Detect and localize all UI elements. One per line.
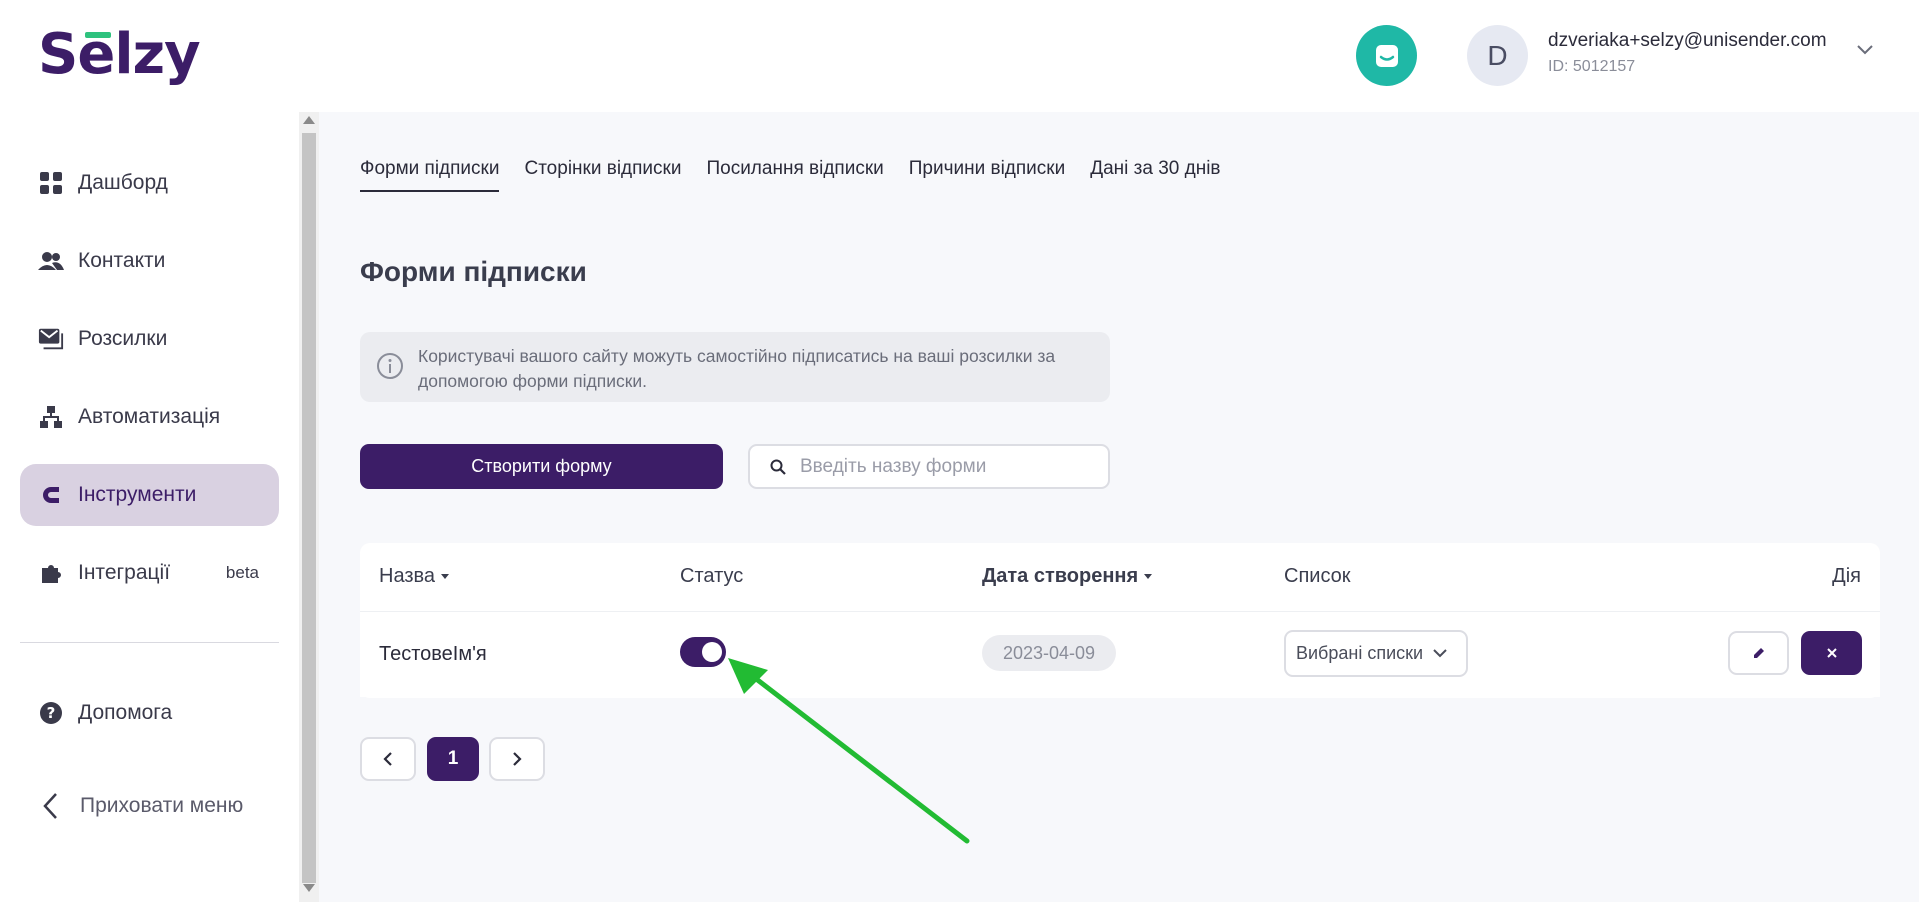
- sidebar-item-label: Інструменти: [78, 483, 197, 506]
- puzzle-icon: [38, 560, 64, 586]
- magnet-icon: [38, 482, 64, 508]
- create-form-button[interactable]: Створити форму: [360, 444, 723, 489]
- info-icon: [376, 352, 404, 385]
- tab-unsubscribe-pages[interactable]: Сторінки відписки: [524, 158, 681, 192]
- dashboard-icon: [38, 170, 64, 196]
- main-content: [319, 112, 1919, 902]
- sidebar-item-label: Дашборд: [78, 171, 168, 194]
- sidebar: Дашборд Контакти Розсилки Автоматизація …: [0, 112, 298, 902]
- svg-text:?: ?: [47, 704, 56, 722]
- tab-unsubscribe-links[interactable]: Посилання відписки: [706, 158, 883, 192]
- hide-menu-button[interactable]: Приховати меню: [42, 792, 243, 820]
- edit-button[interactable]: [1728, 631, 1789, 675]
- hide-menu-label: Приховати меню: [80, 794, 244, 817]
- sort-caret-icon: [1144, 574, 1153, 579]
- pagination-next-button[interactable]: [489, 737, 545, 781]
- pagination-prev-button[interactable]: [360, 737, 416, 781]
- chat-button[interactable]: [1356, 25, 1417, 86]
- chevron-left-icon: [43, 793, 57, 819]
- sidebar-item-help[interactable]: ? Допомога: [20, 682, 279, 744]
- sidebar-item-integrations[interactable]: Інтеграції beta: [20, 542, 279, 604]
- automation-icon: [38, 404, 64, 430]
- forms-table: Назва Статус Дата створення Список Дія Т…: [360, 543, 1880, 698]
- table-row: [360, 611, 1880, 697]
- column-header-created[interactable]: Дата створення: [982, 565, 1153, 588]
- selzy-logo[interactable]: Selzy: [38, 22, 201, 87]
- beta-badge: beta: [225, 563, 259, 582]
- scroll-down-arrow-icon[interactable]: [303, 884, 315, 892]
- chat-icon: [1375, 44, 1398, 67]
- sidebar-item-label: Допомога: [78, 701, 173, 724]
- column-header-action: Дія: [1832, 565, 1861, 587]
- search-icon: [770, 459, 786, 475]
- sidebar-item-label: Інтеграції: [78, 561, 171, 584]
- info-text: Користувачі вашого сайту можуть самостій…: [418, 346, 1056, 391]
- chevron-left-icon: [383, 752, 392, 766]
- sidebar-item-automation[interactable]: Автоматизація: [20, 386, 279, 448]
- page-title: Форми підписки: [360, 256, 587, 287]
- mail-icon: [38, 326, 64, 352]
- sidebar-item-label: Автоматизація: [78, 405, 221, 428]
- user-avatar[interactable]: D: [1467, 25, 1528, 86]
- sidebar-item-label: Розсилки: [78, 327, 168, 350]
- chevron-down-icon: [1433, 649, 1447, 658]
- user-email[interactable]: dzveriaka+selzy@unisender.com: [1548, 30, 1827, 52]
- pagination-page-current[interactable]: 1: [427, 737, 479, 781]
- delete-button[interactable]: [1801, 631, 1862, 675]
- sidebar-item-dashboard[interactable]: Дашборд: [20, 152, 279, 214]
- sidebar-item-contacts[interactable]: Контакти: [20, 230, 279, 292]
- tab-30-days-data[interactable]: Дані за 30 днів: [1090, 158, 1220, 192]
- chevron-right-icon: [513, 752, 522, 766]
- help-icon: ?: [38, 700, 64, 726]
- user-id: ID: 5012157: [1548, 58, 1636, 75]
- column-header-name[interactable]: Назва: [379, 565, 450, 588]
- list-select[interactable]: Вибрані списки: [1284, 630, 1468, 677]
- column-header-status: Статус: [680, 565, 744, 587]
- tab-subscription-forms[interactable]: Форми підписки: [360, 158, 500, 192]
- tab-unsubscribe-reasons[interactable]: Причини відписки: [909, 158, 1065, 192]
- scroll-up-arrow-icon[interactable]: [303, 116, 315, 124]
- list-select-value: Вибрані списки: [1296, 643, 1424, 663]
- top-header: Selzy D dzveriaka+selzy@unisender.com ID…: [0, 0, 1919, 112]
- search-input[interactable]: [800, 455, 1080, 478]
- search-box[interactable]: [748, 444, 1110, 489]
- sidebar-divider: [20, 642, 279, 643]
- chevron-down-icon[interactable]: [1856, 44, 1874, 56]
- scrollbar-thumb[interactable]: [302, 133, 316, 883]
- sort-caret-icon: [441, 574, 450, 579]
- tabs: Форми підписки Сторінки відписки Посилан…: [360, 158, 1221, 192]
- sidebar-item-label: Контакти: [78, 249, 166, 272]
- pencil-icon: [1753, 648, 1764, 658]
- status-toggle[interactable]: [680, 637, 726, 667]
- form-name: ТестовеІм'я: [379, 643, 487, 665]
- close-icon: [1826, 648, 1837, 658]
- contacts-icon: [38, 248, 64, 274]
- info-banner: Користувачі вашого сайту можуть самостій…: [360, 332, 1110, 402]
- sidebar-item-tools[interactable]: Інструменти: [20, 464, 279, 526]
- column-header-list: Список: [1284, 565, 1351, 587]
- sidebar-item-campaigns[interactable]: Розсилки: [20, 308, 279, 370]
- created-date-badge: 2023-04-09: [982, 635, 1116, 671]
